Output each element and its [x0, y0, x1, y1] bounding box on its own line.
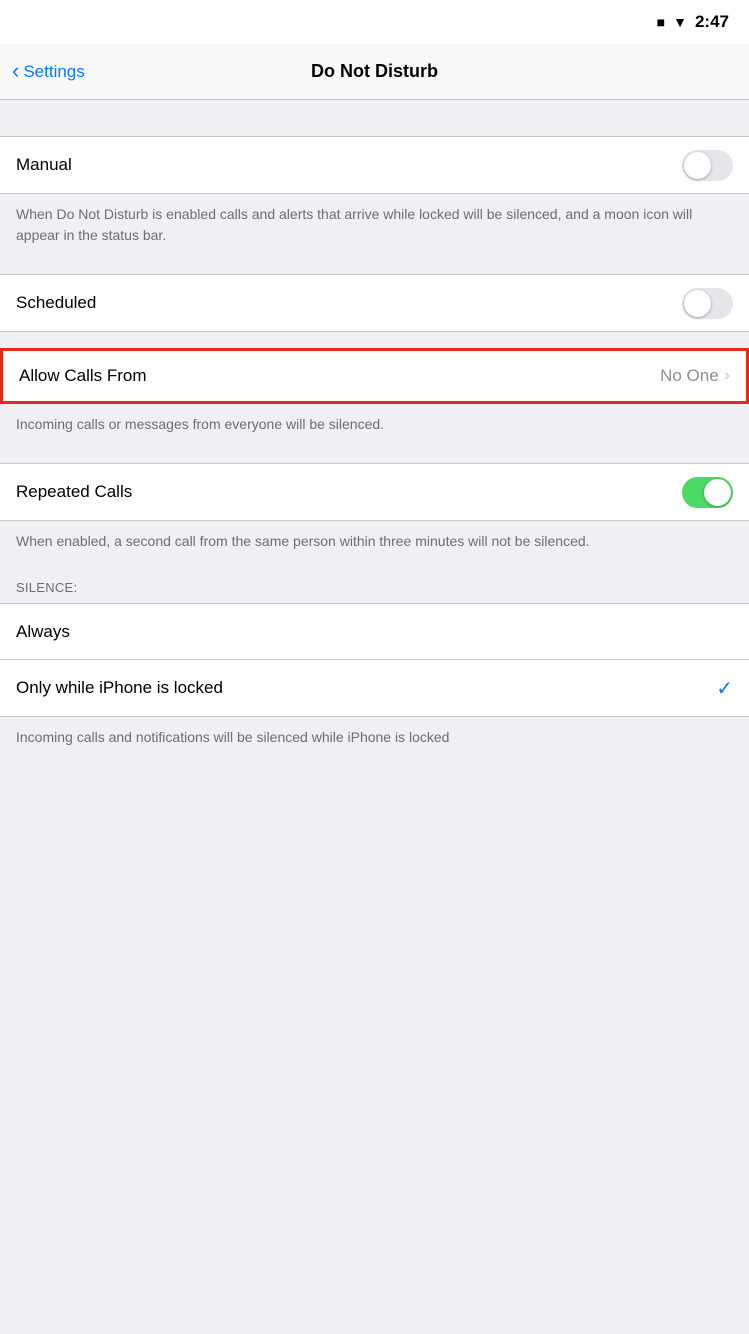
allow-calls-value: No One: [660, 366, 719, 386]
scheduled-label: Scheduled: [16, 293, 96, 313]
scheduled-toggle[interactable]: [682, 288, 733, 319]
scheduled-row: Scheduled: [0, 275, 749, 331]
manual-toggle-knob: [684, 152, 711, 179]
repeated-calls-description: When enabled, a second call from the sam…: [0, 521, 749, 564]
status-time: 2:47: [695, 12, 729, 32]
silence-section-header: SILENCE:: [0, 564, 749, 603]
manual-description: When Do Not Disturb is enabled calls and…: [0, 194, 749, 258]
silence-group: Always Only while iPhone is locked ✓: [0, 603, 749, 717]
silence-always-row[interactable]: Always: [0, 604, 749, 660]
allow-calls-row[interactable]: Allow Calls From No One ›: [0, 348, 749, 404]
status-bar: ■ ▼ 2:47: [0, 0, 749, 44]
spacer-2: [0, 332, 749, 348]
manual-label: Manual: [16, 155, 72, 175]
back-label: Settings: [23, 62, 84, 82]
silence-locked-row[interactable]: Only while iPhone is locked ✓: [0, 660, 749, 716]
scheduled-group: Scheduled: [0, 274, 749, 332]
repeated-calls-group: Repeated Calls: [0, 463, 749, 521]
manual-group: Manual: [0, 136, 749, 194]
battery-icon: ■: [657, 14, 665, 30]
back-chevron-icon: ‹: [12, 58, 19, 84]
top-spacer: [0, 100, 749, 136]
page-title: Do Not Disturb: [311, 61, 438, 82]
back-button[interactable]: ‹ Settings: [12, 59, 85, 84]
repeated-calls-toggle[interactable]: [682, 477, 733, 508]
allow-calls-right: No One ›: [660, 366, 730, 386]
silence-locked-label: Only while iPhone is locked: [16, 678, 223, 698]
manual-row: Manual: [0, 137, 749, 193]
nav-bar: ‹ Settings Do Not Disturb: [0, 44, 749, 100]
allow-calls-label: Allow Calls From: [19, 366, 147, 386]
bottom-description: Incoming calls and notifications will be…: [0, 717, 749, 760]
manual-toggle[interactable]: [682, 150, 733, 181]
silence-always-label: Always: [16, 622, 70, 642]
allow-calls-description: Incoming calls or messages from everyone…: [0, 404, 749, 447]
repeated-calls-row: Repeated Calls: [0, 464, 749, 520]
allow-calls-chevron-icon: ›: [725, 367, 730, 385]
spacer-1: [0, 258, 749, 274]
spacer-3: [0, 447, 749, 463]
scheduled-toggle-knob: [684, 290, 711, 317]
silence-locked-checkmark-icon: ✓: [716, 676, 733, 701]
repeated-calls-toggle-knob: [704, 479, 731, 506]
repeated-calls-label: Repeated Calls: [16, 482, 132, 502]
wifi-icon: ▼: [673, 14, 687, 30]
